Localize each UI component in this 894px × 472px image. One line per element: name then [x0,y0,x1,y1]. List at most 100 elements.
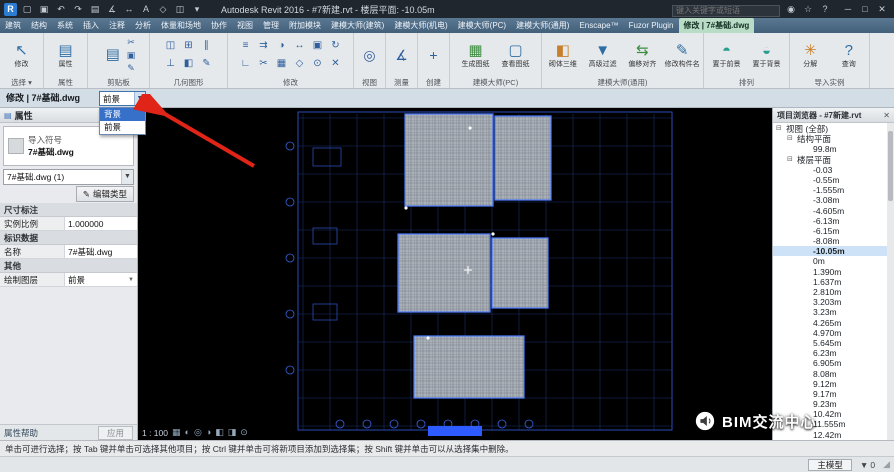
browser-tree-item[interactable]: 4.970m [773,328,894,338]
sun-path-icon[interactable]: ◎ [194,427,202,438]
expand-icon[interactable]: ⊟ [787,155,795,165]
browser-tree-item[interactable]: -4.605m [773,206,894,216]
expand-icon[interactable] [803,206,811,216]
view-panel-icon[interactable]: ◎ [363,46,375,64]
expand-icon[interactable] [803,328,811,338]
revit-logo[interactable]: R [4,3,17,16]
aligned-dimension-icon[interactable]: ↔ [122,2,136,16]
expand-icon[interactable] [803,358,811,368]
browser-tree-item[interactable]: -0.03 [773,165,894,175]
browser-scrollbar[interactable] [887,123,894,440]
expand-icon[interactable] [803,379,811,389]
expand-icon[interactable] [803,399,811,409]
split-icon[interactable]: ✂ [255,55,273,73]
expand-icon[interactable] [803,338,811,348]
expand-icon[interactable] [803,369,811,379]
expand-icon[interactable] [803,144,811,154]
expand-icon[interactable] [803,419,811,429]
expand-icon[interactable] [803,226,811,236]
browser-tree-item[interactable]: 1.637m [773,277,894,287]
redo-icon[interactable]: ↷ [71,2,85,16]
browser-tree-item[interactable]: 11.555m [773,419,894,429]
dropdown-item-foreground[interactable]: 前景 [100,121,145,134]
help-icon[interactable]: ? [818,2,832,16]
ribbon-tab[interactable]: 建模大师(建筑) [326,18,389,33]
sign-in-icon[interactable]: ◉ [784,2,798,16]
browser-tree-item[interactable]: 0m [773,256,894,266]
text-icon[interactable]: A [139,2,153,16]
browser-tree-item[interactable]: 2.810m [773,287,894,297]
active-workset-select[interactable]: 主模型 [808,459,852,471]
search-input[interactable] [672,5,780,17]
generate-sheet-button[interactable]: ▦生成图纸 [457,42,495,69]
browser-tree-item[interactable]: 6.905m [773,358,894,368]
edit-type-button[interactable]: ✎ 编辑类型 [76,186,134,202]
shadows-icon[interactable]: ◑ [206,427,211,438]
open-icon[interactable]: ▢ [20,2,34,16]
properties-help-link[interactable]: 属性帮助 [4,427,38,439]
measure-panel-icon[interactable]: ∡ [395,46,408,64]
chevron-down-icon[interactable]: ▼ [121,170,133,184]
expand-icon[interactable] [803,165,811,175]
send-to-front-button[interactable]: ◓置于前景 [708,42,746,69]
maximize-button[interactable]: □ [857,2,873,16]
wall-joins-icon[interactable]: ∥ [198,37,216,55]
tab-modify-contextual[interactable]: 修改 | 7#基础.dwg [679,18,755,33]
group-dimensions[interactable]: 尺寸标注 [0,203,137,217]
browser-tree-item[interactable]: 3.23m [773,307,894,317]
advanced-filter-button[interactable]: ▼高级过滤 [584,42,622,69]
create-panel-icon[interactable]: + [429,46,437,64]
tree-structural-plans[interactable]: ⊟ 结构平面 [773,134,894,144]
copy-tool-icon[interactable]: ▣ [309,37,327,55]
browser-tree-item[interactable]: -6.15m [773,226,894,236]
properties-toggle-button[interactable]: ▤属性 [47,42,85,69]
visual-style-icon[interactable]: ◐ [185,427,190,438]
browser-tree-item[interactable]: -6.13m [773,216,894,226]
browser-tree-item[interactable]: 10.42m [773,409,894,419]
ribbon-tab[interactable]: 注释 [104,18,130,33]
group-identity-data[interactable]: 标识数据 [0,231,137,245]
ribbon-tab[interactable]: 建模大师(通用) [511,18,574,33]
ribbon-tab[interactable]: 建筑 [0,18,26,33]
masonry-3d-button[interactable]: ◧砌体三维 [544,42,582,69]
type-selector[interactable]: 7#基础.dwg (1) ▼ [3,169,134,185]
expand-icon[interactable] [803,430,811,440]
expand-icon[interactable] [803,389,811,399]
browser-tree-item[interactable]: -0.55m [773,175,894,185]
join-geometry-icon[interactable]: ⊞ [180,37,198,55]
view-scale[interactable]: 1 : 100 [142,428,168,438]
modify-tool-button[interactable]: ↖修改 [3,42,41,69]
expand-icon[interactable] [803,297,811,307]
ribbon-tab[interactable]: 插入 [78,18,104,33]
ribbon-tab[interactable]: Enscape™ [574,18,623,33]
scale-icon[interactable]: ◇ [291,55,309,73]
expand-icon[interactable] [803,185,811,195]
expand-icon[interactable]: ⊟ [776,124,784,134]
chevron-down-icon[interactable]: ▼ [134,92,145,105]
browser-tree-item[interactable]: 9.23m [773,399,894,409]
offset-align-button[interactable]: ⇆偏移对齐 [624,42,662,69]
beam-joins-icon[interactable]: ⊥ [162,55,180,73]
qat-customize-icon[interactable]: ▾ [190,2,204,16]
paste-button[interactable]: ▤ [102,46,124,64]
browser-tree-item[interactable]: 3.203m [773,297,894,307]
group-other[interactable]: 其他 [0,259,137,273]
ribbon-tab[interactable]: 视图 [232,18,258,33]
expand-icon[interactable] [803,287,811,297]
drawing-canvas[interactable]: 1 : 100 ▦◐◎◑◧◨⊙ [138,108,772,440]
expand-icon[interactable] [803,175,811,185]
measure-icon[interactable]: ∡ [105,2,119,16]
default-3d-view-icon[interactable]: ◇ [156,2,170,16]
section-icon[interactable]: ◫ [173,2,187,16]
expand-icon[interactable] [803,236,811,246]
crop-view-icon[interactable]: ◧ [215,427,224,438]
ribbon-tab[interactable]: 建模大师(PC) [453,18,511,33]
browser-tree-item[interactable]: -1.555m [773,185,894,195]
dropdown-item-background[interactable]: 背景 [100,108,145,121]
selection-filter-icon[interactable]: ▼ [860,460,868,470]
browser-tree-item[interactable]: -3.08m [773,195,894,205]
browser-tree-item[interactable]: 8.08m [773,369,894,379]
array-icon[interactable]: ▦ [273,55,291,73]
tree-views-all[interactable]: ⊟ 视图 (全部) [773,124,894,134]
save-icon[interactable]: ▣ [37,2,51,16]
